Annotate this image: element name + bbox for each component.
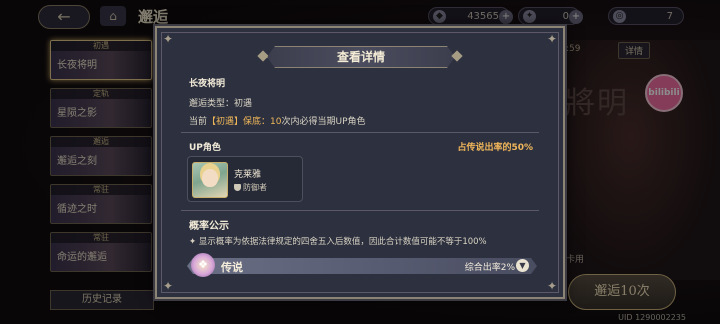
pity-suffix: 次内必得当期UP角色	[281, 117, 366, 127]
divider	[181, 210, 539, 211]
character-role-label: 防御者	[243, 183, 267, 192]
up-character-card[interactable]: 克莱雅 防御者	[187, 156, 303, 202]
up-section-title: UP角色	[189, 143, 221, 153]
corner-ornament-icon: ✦	[162, 279, 174, 293]
corner-ornament-icon: ✦	[546, 32, 558, 46]
chevron-down-icon[interactable]: ▼	[516, 259, 529, 272]
character-name: 克莱雅	[234, 170, 262, 180]
shield-icon	[234, 184, 241, 191]
legend-rarity-icon: ❖	[191, 253, 215, 277]
character-portrait	[192, 162, 228, 198]
title-ornament-icon	[257, 50, 269, 62]
pity-prefix: 当前	[189, 117, 208, 127]
title-ornament-icon	[451, 50, 463, 62]
probability-note: ✦ 显示概率为依据法律规定的四舍五入后数值，因此合计数值可能不等于100%	[189, 237, 487, 247]
divider	[181, 132, 539, 133]
rarity-rate: 综合出率2%	[464, 263, 515, 273]
corner-ornament-icon: ✦	[162, 32, 174, 46]
pity-info: 当前【初遇】保底：10次内必得当期UP角色	[189, 114, 366, 127]
modal-title: 查看详情	[267, 46, 455, 68]
pool-name: 长夜将明	[189, 79, 226, 89]
pity-count: 10	[270, 117, 282, 127]
probability-title: 概率公示	[189, 221, 229, 232]
pool-type: 邂逅类型：初遇	[189, 99, 253, 109]
character-role: 防御者	[234, 182, 267, 193]
rarity-label: 传说	[221, 261, 243, 274]
pity-tag: 【初遇】保底：	[207, 117, 271, 127]
up-rate: 占传说出率的50%	[457, 143, 533, 153]
corner-ornament-icon: ✦	[546, 279, 558, 293]
detail-modal: ✦ ✦ ✦ ✦ 查看详情 长夜将明 邂逅类型：初遇 当前【初遇】保底：10次内必…	[155, 26, 565, 299]
